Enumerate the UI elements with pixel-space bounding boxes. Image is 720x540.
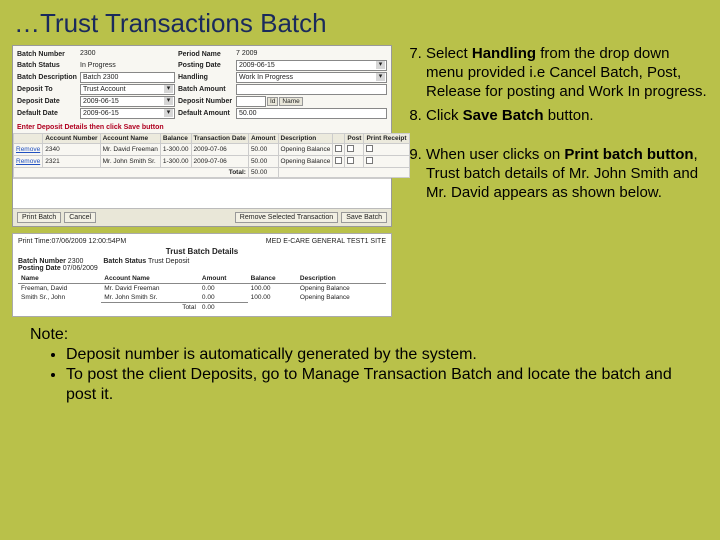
detail-row: Smith Sr., JohnMr. John Smith Sr. 0.0010… (18, 293, 386, 303)
handling-label: Handling (178, 74, 233, 81)
print-checkbox[interactable] (366, 145, 373, 152)
deposit-number-row: Id Name (236, 96, 387, 107)
print-time: Print Time:07/06/2009 12:00:54PM (18, 238, 126, 245)
deposit-date-select[interactable]: 2009-06-15 (80, 96, 175, 107)
batch-desc-input[interactable]: Batch 2300 (80, 72, 175, 83)
print-detail-panel: Print Time:07/06/2009 12:00:54PM MED E-C… (12, 233, 392, 317)
remove-link[interactable]: Remove (16, 158, 40, 165)
table-row: Remove 2321 Mr. John Smith Sr. 1-300.00 … (14, 156, 410, 168)
remove-link[interactable]: Remove (16, 146, 40, 153)
print-batch-button[interactable]: Print Batch (17, 212, 61, 223)
detail-table: Name Account Name Amount Balance Descrip… (18, 274, 386, 312)
steps-list: Select Handling from the drop down menu … (400, 45, 708, 126)
period-name-value: 7 2009 (236, 49, 387, 59)
batch-number-value: 2300 (80, 49, 175, 59)
step-9: When user clicks on Print batch button, … (426, 146, 708, 202)
deposit-number-input[interactable] (236, 96, 266, 107)
default-date-select[interactable]: 2009-06-15 (80, 108, 175, 119)
screenshot-column: Batch Number 2300 Period Name 7 2009 Bat… (12, 45, 392, 317)
deposit-to-label: Deposit To (17, 86, 77, 93)
site-name: MED E-CARE GENERAL TEST1 SITE (266, 238, 386, 245)
detail-row: Freeman, DavidMr. David Freeman 0.00100.… (18, 284, 386, 294)
instructions-column: Select Handling from the drop down menu … (400, 45, 708, 317)
print-checkbox[interactable] (366, 157, 373, 164)
steps-list-2: When user clicks on Print batch button, … (400, 146, 708, 202)
cancel-button[interactable]: Cancel (64, 212, 96, 223)
note-block: Note: Deposit number is automatically ge… (0, 317, 720, 405)
post-checkbox[interactable] (347, 157, 354, 164)
total-row: Total: 50.00 (14, 168, 410, 178)
row-checkbox[interactable] (335, 145, 342, 152)
batch-status-value: In Progress (80, 61, 175, 71)
find-name-button[interactable]: Name (279, 97, 302, 106)
batch-number-label: Batch Number (17, 51, 77, 58)
detail-total-row: Total 0.00 (18, 303, 386, 313)
step-8: Click Save Batch button. (426, 107, 708, 126)
batch-form-panel: Batch Number 2300 Period Name 7 2009 Bat… (12, 45, 392, 227)
step-7: Select Handling from the drop down menu … (426, 45, 708, 101)
batch-amount-label: Batch Amount (178, 86, 233, 93)
handling-select[interactable]: Work In Progress (236, 72, 387, 83)
deposit-number-label: Deposit Number (178, 98, 233, 105)
row-checkbox[interactable] (335, 157, 342, 164)
batch-desc-label: Batch Description (17, 74, 77, 81)
table-header-row: Account Number Account Name Balance Tran… (14, 134, 410, 144)
find-id-button[interactable]: Id (267, 97, 278, 106)
deposit-table: Account Number Account Name Balance Tran… (13, 133, 410, 178)
batch-amount-input[interactable] (236, 84, 387, 95)
posting-date-select[interactable]: 2009-06-15 (236, 60, 387, 71)
table-row: Remove 2340 Mr. David Freeman 1-300.00 2… (14, 144, 410, 156)
period-name-label: Period Name (178, 51, 233, 58)
save-batch-button[interactable]: Save Batch (341, 212, 387, 223)
remove-selected-button[interactable]: Remove Selected Transaction (235, 212, 338, 223)
default-amount-input[interactable]: 50.00 (236, 108, 387, 119)
deposit-date-label: Deposit Date (17, 98, 77, 105)
button-row: Print Batch Cancel Remove Selected Trans… (13, 208, 391, 226)
instruction-redline: Enter Deposit Details then click Save bu… (13, 122, 391, 133)
batch-status-label: Batch Status (17, 62, 77, 69)
post-checkbox[interactable] (347, 145, 354, 152)
deposit-to-select[interactable]: Trust Account (80, 84, 175, 95)
posting-date-label: Posting Date (178, 62, 233, 69)
note-bullet-2: To post the client Deposits, go to Manag… (66, 365, 690, 405)
note-label: Note: (30, 325, 690, 345)
detail-header: Trust Batch Details (18, 247, 386, 256)
slide-title: …Trust Transactions Batch (0, 0, 720, 45)
default-amount-label: Default Amount (178, 110, 233, 117)
note-bullet-1: Deposit number is automatically generate… (66, 345, 690, 365)
default-date-label: Default Date (17, 110, 77, 117)
